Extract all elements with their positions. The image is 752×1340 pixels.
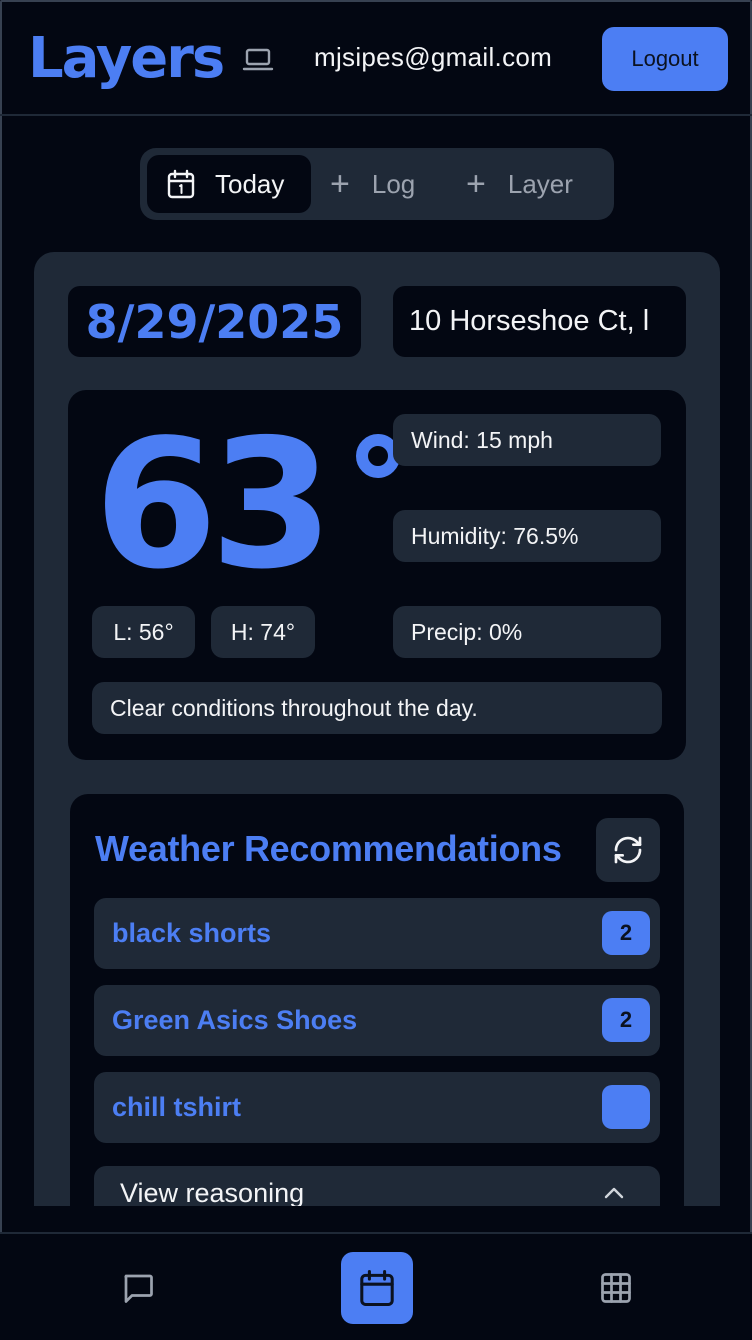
- calendar-icon: [360, 1270, 394, 1306]
- weather-summary: Clear conditions throughout the day.: [92, 682, 662, 734]
- count-badge: 2: [602, 911, 650, 955]
- list-item[interactable]: black shorts 2: [94, 898, 660, 969]
- app-logo[interactable]: Layers: [28, 26, 225, 92]
- recommendations-card: Weather Recommendations black shorts 2 G…: [70, 794, 684, 1206]
- chat-icon: [124, 1274, 153, 1303]
- plus-icon: +: [330, 165, 350, 203]
- nav-calendar-button[interactable]: [341, 1252, 413, 1324]
- low-temp-pill: L: 56°: [92, 606, 195, 658]
- refresh-icon: [614, 836, 642, 864]
- laptop-icon[interactable]: [242, 46, 274, 74]
- tab-log[interactable]: + Log: [330, 155, 415, 213]
- location-input[interactable]: [393, 286, 686, 357]
- refresh-button[interactable]: [596, 818, 660, 882]
- view-tabs: Today + Log + Layer: [140, 148, 614, 220]
- weather-card: 63 Wind: 15 mph Humidity: 76.5% Precip: …: [68, 390, 686, 760]
- today-card: 8/29/2025 63 Wind: 15 mph Humidity: 76.5…: [34, 252, 720, 1206]
- precip-stat: Precip: 0%: [393, 606, 661, 658]
- date-picker[interactable]: 8/29/2025: [68, 286, 361, 357]
- recommendation-name: Green Asics Shoes: [112, 1005, 358, 1035]
- tab-layer-label: Layer: [507, 168, 573, 199]
- current-temperature: 63: [94, 401, 334, 608]
- tab-layer[interactable]: + Layer: [466, 155, 573, 213]
- plus-icon: +: [466, 165, 486, 203]
- count-badge: [602, 1085, 650, 1129]
- wind-stat: Wind: 15 mph: [393, 414, 661, 466]
- high-temp-pill: H: 74°: [211, 606, 315, 658]
- nav-grid-button[interactable]: [580, 1252, 652, 1324]
- view-reasoning-toggle[interactable]: View reasoning: [94, 1166, 660, 1206]
- recommendation-name: black shorts: [112, 918, 272, 948]
- tab-log-label: Log: [371, 168, 416, 199]
- tab-today[interactable]: Today: [147, 155, 311, 213]
- humidity-stat: Humidity: 76.5%: [393, 510, 661, 562]
- list-item[interactable]: chill tshirt: [94, 1072, 660, 1143]
- app-header: Layers mjsipes@gmail.com Logout: [0, 0, 752, 116]
- recommendation-name: chill tshirt: [112, 1092, 242, 1122]
- user-email: mjsipes@gmail.com: [314, 42, 553, 72]
- list-item[interactable]: Green Asics Shoes 2: [94, 985, 660, 1056]
- reasoning-label: View reasoning: [120, 1178, 305, 1206]
- recommendations-title: Weather Recommendations: [95, 828, 562, 869]
- nav-chat-button[interactable]: [102, 1252, 174, 1324]
- logout-button[interactable]: Logout: [602, 27, 728, 91]
- chevron-up-icon: [604, 1187, 624, 1199]
- calendar-icon: [167, 169, 195, 199]
- bottom-nav: [0, 1232, 752, 1340]
- grid-icon: [601, 1273, 631, 1303]
- tab-today-label: Today: [215, 168, 285, 199]
- count-badge: 2: [602, 998, 650, 1042]
